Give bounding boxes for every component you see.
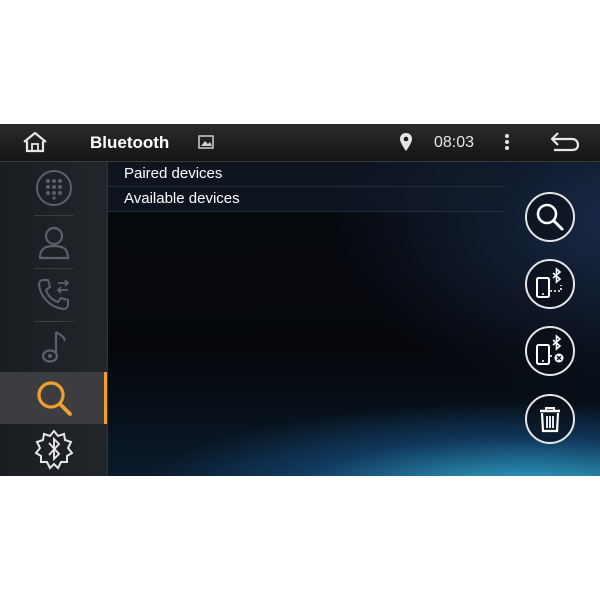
list-item-paired-devices[interactable]: Paired devices [108, 162, 505, 187]
call-log-icon [37, 279, 69, 311]
device-list: Paired devices Available devices [108, 162, 505, 212]
trash-icon [540, 407, 560, 433]
sidebar-item-call-log[interactable] [0, 268, 107, 320]
dialpad-icon [35, 170, 72, 206]
connect-device-button[interactable] [525, 259, 575, 309]
sidebar-item-bluetooth-settings[interactable] [0, 424, 107, 476]
home-icon[interactable] [18, 130, 52, 154]
screen: Bluetooth 08:03 Paired devices Available… [0, 124, 600, 476]
search-icon [536, 203, 564, 231]
selection-indicator [104, 372, 107, 424]
contacts-icon [38, 226, 69, 260]
music-icon [41, 331, 66, 363]
sidebar-item-music[interactable] [0, 321, 107, 373]
phone-bluetooth-connect-icon [536, 267, 562, 298]
delete-device-button[interactable] [525, 394, 575, 444]
disconnect-device-button[interactable] [525, 326, 575, 376]
back-icon[interactable] [548, 131, 580, 153]
sidebar-item-search[interactable] [0, 372, 107, 424]
overflow-menu-icon[interactable] [500, 132, 514, 152]
search-devices-button[interactable] [525, 192, 575, 242]
page-title: Bluetooth [90, 133, 170, 152]
bluetooth-settings-icon [34, 429, 73, 470]
main-content: Paired devices Available devices [108, 162, 600, 476]
sidebar-item-dialpad[interactable] [0, 162, 107, 214]
clock: 08:03 [434, 134, 475, 151]
phone-bluetooth-disconnect-icon [536, 334, 564, 365]
search-icon [36, 381, 72, 416]
image-icon [198, 135, 214, 149]
location-icon [400, 133, 412, 151]
status-bar: Bluetooth 08:03 [0, 124, 600, 162]
sidebar [0, 162, 108, 476]
sidebar-item-contacts[interactable] [0, 216, 107, 268]
list-item-available-devices[interactable]: Available devices [108, 187, 505, 212]
